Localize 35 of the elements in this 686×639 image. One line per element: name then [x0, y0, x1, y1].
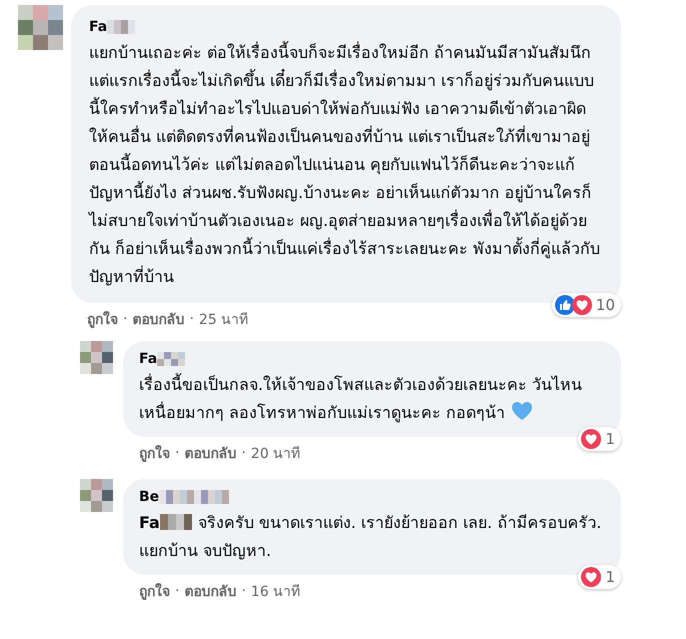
separator-dot: ·	[175, 445, 180, 461]
reaction-badge[interactable]: 1	[578, 427, 621, 451]
reaction-badge[interactable]: 1	[578, 565, 621, 589]
separator-dot: ·	[175, 583, 180, 599]
reaction-count: 10	[596, 296, 615, 314]
comment-time: 25 นาที	[198, 311, 248, 330]
reaction-count: 1	[605, 430, 615, 448]
separator-dot: ·	[123, 311, 128, 327]
separator-dot: ·	[241, 445, 246, 461]
like-link[interactable]: ถูกใจ	[139, 442, 170, 464]
comment-text: แยกบ้านเถอะค่ะ ต่อให้เรื่องนี้จบก็จะมีเรื่องใหม่อีก ถ้าคนมันมีสามันสัมนึกแต่แรกเรื่องนี้จะไม่เกิดขึ้น เดี๋ยวก็มีเรื่องใหม่ตามมา เราก็อยู่ร่วมกับคนแบบนี้ใครทำหรือไม่ทำอะไรไปแอบด่าให้พ่อกับแม่ฟัง เอาความดีเข้าตัวเอาผิดให้คนอื่น แต่ติดตรงที่คนฟ้องเป็นคนของที่บ้าน แต่เราเป็นสะใภ้ที่เขามาอยู่ ตอนนี้อดทนไว้ค่ะ แต่ไม่ตลอดไปแน่นอน คุยกับแฟนไว้ก็ดีนะคะว่าจะแก้ปัญหานี้ยังไง ส่วนผช.รับฟังผญ.บ้างนะคะ อย่าเห็นแก่ตัวมาก อยู่บ้านใครก็ไม่สบายใจเท่าบ้านตัวเองเนอะ ผญ.อุตส่ายอมหลายๆเรื่องเพื่อให้ได้อยู่ด้วยกัน ก็อย่าเห็นเรื่องพวกนี้ว่าเป็นแค่เรื่องไร้สาระเลยนะคะ พังมาตั้งกี่คู่แล้วกับปัญหาที่บ้าน	[89, 43, 600, 286]
separator-dot: ·	[241, 583, 246, 599]
reply-link[interactable]: ตอบกลับ	[184, 580, 236, 602]
blurred-name-icon	[157, 352, 186, 366]
comment-time: 20 นาที	[250, 445, 300, 464]
comment-time: 16 นาที	[250, 583, 300, 602]
author-name[interactable]: Fa	[89, 19, 108, 35]
reply-text: เรื่องนี้ขอเป็นกลจ.ให้เจ้าของโพสและตัวเองด้วยเลยนะคะ วันไหนเหนื่อยมากๆ ลองโทรหาพ่อกับแม่เราดูนะคะ กอดๆน้า	[139, 375, 582, 422]
reaction-count: 1	[605, 568, 615, 586]
blurred-avatar-icon	[18, 5, 63, 50]
reply-link[interactable]: ตอบกลับ	[132, 308, 184, 330]
blurred-avatar-icon	[80, 341, 113, 374]
like-link[interactable]: ถูกใจ	[87, 308, 118, 330]
reply-link[interactable]: ตอบกลับ	[184, 442, 236, 464]
blurred-avatar-icon	[80, 479, 113, 512]
mention-link[interactable]: Fa	[139, 513, 160, 532]
reply-text: Fa จริงครับ ขนาดเราแต่ง. เรายังย้ายออก เลย. ถ้ามีครอบครัว. แยกบ้าน จบปัญหา.	[139, 512, 602, 562]
author-name[interactable]: Be	[139, 489, 160, 505]
like-link[interactable]: ถูกใจ	[139, 580, 170, 602]
separator-dot: ·	[189, 311, 194, 327]
author-name[interactable]: Fa	[139, 351, 158, 367]
blurred-name-icon	[159, 490, 230, 504]
blurred-name-icon	[107, 20, 136, 34]
reaction-badge[interactable]: 10	[552, 293, 621, 317]
blurred-name-icon	[160, 514, 192, 530]
